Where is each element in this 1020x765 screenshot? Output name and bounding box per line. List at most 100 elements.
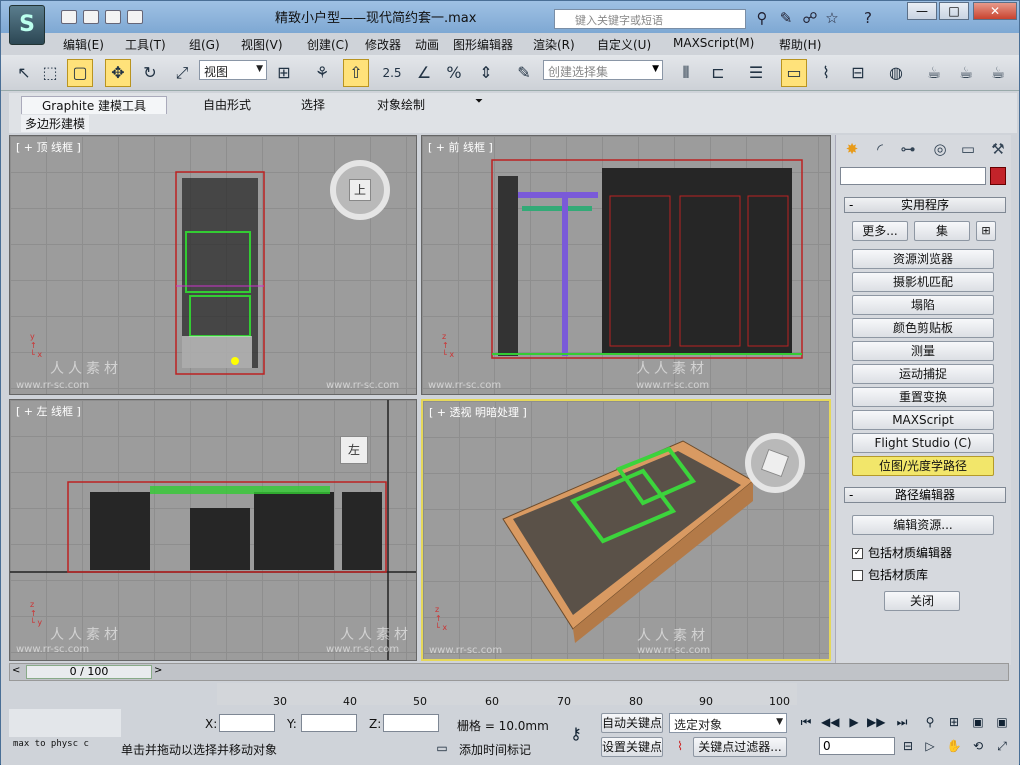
add-time-tag[interactable]: 添加时间标记 [459,741,531,758]
viewport-left[interactable]: [ + 左 线框 ] 左 z ↑ └ y 人人素材 人人素材 www.rr-sc.c… [9,399,417,661]
tab-selection[interactable]: 选择 [301,96,325,113]
go-to-start-icon[interactable]: ⏮ [797,713,815,731]
flight-studio-button[interactable]: Flight Studio (C) [852,433,994,453]
set-key-icon[interactable]: ⚷ [567,725,585,743]
utilities-panel-icon[interactable]: ⚒ [986,137,1010,161]
align-icon[interactable]: ⊏ [705,59,731,87]
tab-graphite-modeling[interactable]: Graphite 建模工具 [21,96,168,114]
named-selection-set-dropdown[interactable]: 创建选择集 ▼ [543,60,663,80]
maximize-button[interactable]: □ [939,2,969,20]
viewport-perspective[interactable]: [ + 透视 明暗处理 ] z ↑ └ x 人人素材 www.rr-sc.com w… [421,399,831,661]
viewcube[interactable]: 上 [330,160,390,220]
viewcube-face-top[interactable]: 上 [349,179,371,201]
menu-animation[interactable]: 动画 [415,36,439,53]
viewcube[interactable]: 左 [340,436,380,476]
render-setup-icon[interactable]: ☕ [921,59,947,87]
time-tag-lock-icon[interactable]: ▭ [433,739,451,757]
time-configuration-icon[interactable]: ⊟ [899,737,917,755]
object-name-field[interactable] [840,167,986,185]
include-material-library-checkbox[interactable]: 包括材质库 [852,566,928,583]
material-editor-icon[interactable]: ◍ [883,59,909,87]
ribbon-panel-polygon-modeling[interactable]: 多边形建模 [21,115,90,132]
save-file-icon[interactable] [105,10,121,24]
favorites-star-icon[interactable]: ☆ [823,9,841,27]
create-panel-icon[interactable]: ✸ [840,137,864,161]
include-material-editor-checkbox[interactable]: ✓ 包括材质编辑器 [852,544,952,561]
binoculars-icon[interactable]: ⚲ [753,9,771,27]
x-coordinate-field[interactable] [219,714,275,732]
render-production-icon[interactable]: ☕ [985,59,1011,87]
current-frame-field[interactable]: 0 [819,737,895,755]
utilities-rollout-header[interactable]: - 实用程序 [844,197,1006,213]
track-bar[interactable]: 30 40 50 60 70 80 90 100 [217,683,797,708]
close-path-editor-button[interactable]: 关闭 [884,591,960,611]
viewport-front[interactable]: [ + 前 线框 ] z ↑ └ x 人人素材 www.rr-sc.com www.… [421,135,831,395]
menu-maxscript[interactable]: MAXScript(M) [673,36,754,50]
edit-named-selection-icon[interactable]: ✎ [511,59,537,87]
go-to-end-icon[interactable]: ⏭ [893,713,911,731]
select-and-move-icon[interactable]: ✥ [105,59,131,87]
menu-create[interactable]: 创建(C) [307,36,349,53]
maxscript-button[interactable]: MAXScript [852,410,994,430]
viewport-top[interactable]: [ + 顶 线框 ] 上 y ↑ └ x 人人素材 www.rr-sc.com ww… [9,135,417,395]
select-manipulate-icon[interactable]: ⚘ [309,59,335,87]
menu-modifiers[interactable]: 修改器 [365,36,401,53]
menu-group[interactable]: 组(G) [189,36,220,53]
new-file-icon[interactable] [61,10,77,24]
play-icon[interactable]: ▶ [845,713,863,731]
keyboard-shortcut-override-icon[interactable]: ⇧ [343,59,369,87]
more-button[interactable]: 更多... [852,221,908,241]
auto-key-button[interactable]: 自动关键点 [601,713,663,733]
viewport-label[interactable]: [ + 顶 线框 ] [16,139,81,155]
schematic-view-icon[interactable]: ⊟ [845,59,871,87]
set-key-button[interactable]: 设置关键点 [601,737,663,757]
layer-manager-icon[interactable]: ☰ [743,59,769,87]
mirror-icon[interactable]: ⫴ [673,59,699,87]
previous-frame-icon[interactable]: < [12,665,20,676]
communication-icon[interactable]: ☍ [801,9,819,27]
measure-button[interactable]: 测量 [852,341,994,361]
open-file-icon[interactable] [83,10,99,24]
field-of-view-icon[interactable]: ▷ [921,737,939,755]
configure-sets-icon[interactable]: ⊞ [976,221,996,241]
zoom-extents-all-icon[interactable]: ▣ [993,713,1011,731]
pivot-point-icon[interactable]: ⊞ [271,59,297,87]
path-editor-rollout-header[interactable]: - 路径编辑器 [844,487,1006,503]
object-color-swatch[interactable] [990,167,1006,185]
rectangular-selection-icon[interactable]: ⬚ [37,59,63,87]
z-coordinate-field[interactable] [383,714,439,732]
y-coordinate-field[interactable] [301,714,357,732]
percent-snap-icon[interactable]: % [441,59,467,87]
curve-editor-icon[interactable]: ⌇ [813,59,839,87]
viewcube-face-home[interactable] [760,448,790,478]
menu-edit[interactable]: 编辑(E) [63,36,104,53]
time-slider[interactable]: 0 / 100 [26,665,152,679]
key-filters-button[interactable]: 关键点过滤器... [693,737,787,757]
motion-panel-icon[interactable]: ◎ [928,137,952,161]
key-icon[interactable]: ✎ [777,9,795,27]
menu-customize[interactable]: 自定义(U) [597,36,651,53]
sets-button[interactable]: 集 [914,221,970,241]
app-menu-button[interactable]: S [9,5,45,45]
menu-help[interactable]: 帮助(H) [779,36,821,53]
tab-freeform[interactable]: 自由形式 [203,96,251,113]
menu-graph-editors[interactable]: 图形编辑器 [453,36,513,53]
viewport-label[interactable]: [ + 左 线框 ] [16,403,81,419]
select-and-scale-icon[interactable]: ⤢ [169,59,195,87]
asset-browser-button[interactable]: 资源浏览器 [852,249,994,269]
angle-snap-icon[interactable]: ∠ [411,59,437,87]
color-clipboard-button[interactable]: 颜色剪贴板 [852,318,994,338]
camera-match-button[interactable]: 摄影机匹配 [852,272,994,292]
next-frame-icon[interactable]: > [154,665,162,676]
viewport-label[interactable]: [ + 透视 明暗处理 ] [429,404,527,420]
hierarchy-panel-icon[interactable]: ⊶ [896,137,920,161]
previous-key-icon[interactable]: ◀◀ [821,713,839,731]
snap-toggle-icon[interactable]: 2.5 [379,59,405,87]
reference-coordinate-dropdown[interactable]: 视图 ▼ [199,60,267,80]
key-filters-icon[interactable]: ⌇ [671,737,689,755]
edit-resources-button[interactable]: 编辑资源... [852,515,994,535]
spinner-snap-icon[interactable]: ⇕ [473,59,499,87]
select-and-rotate-icon[interactable]: ↻ [137,59,163,87]
next-key-icon[interactable]: ▶▶ [867,713,885,731]
zoom-icon[interactable]: ⚲ [921,713,939,731]
